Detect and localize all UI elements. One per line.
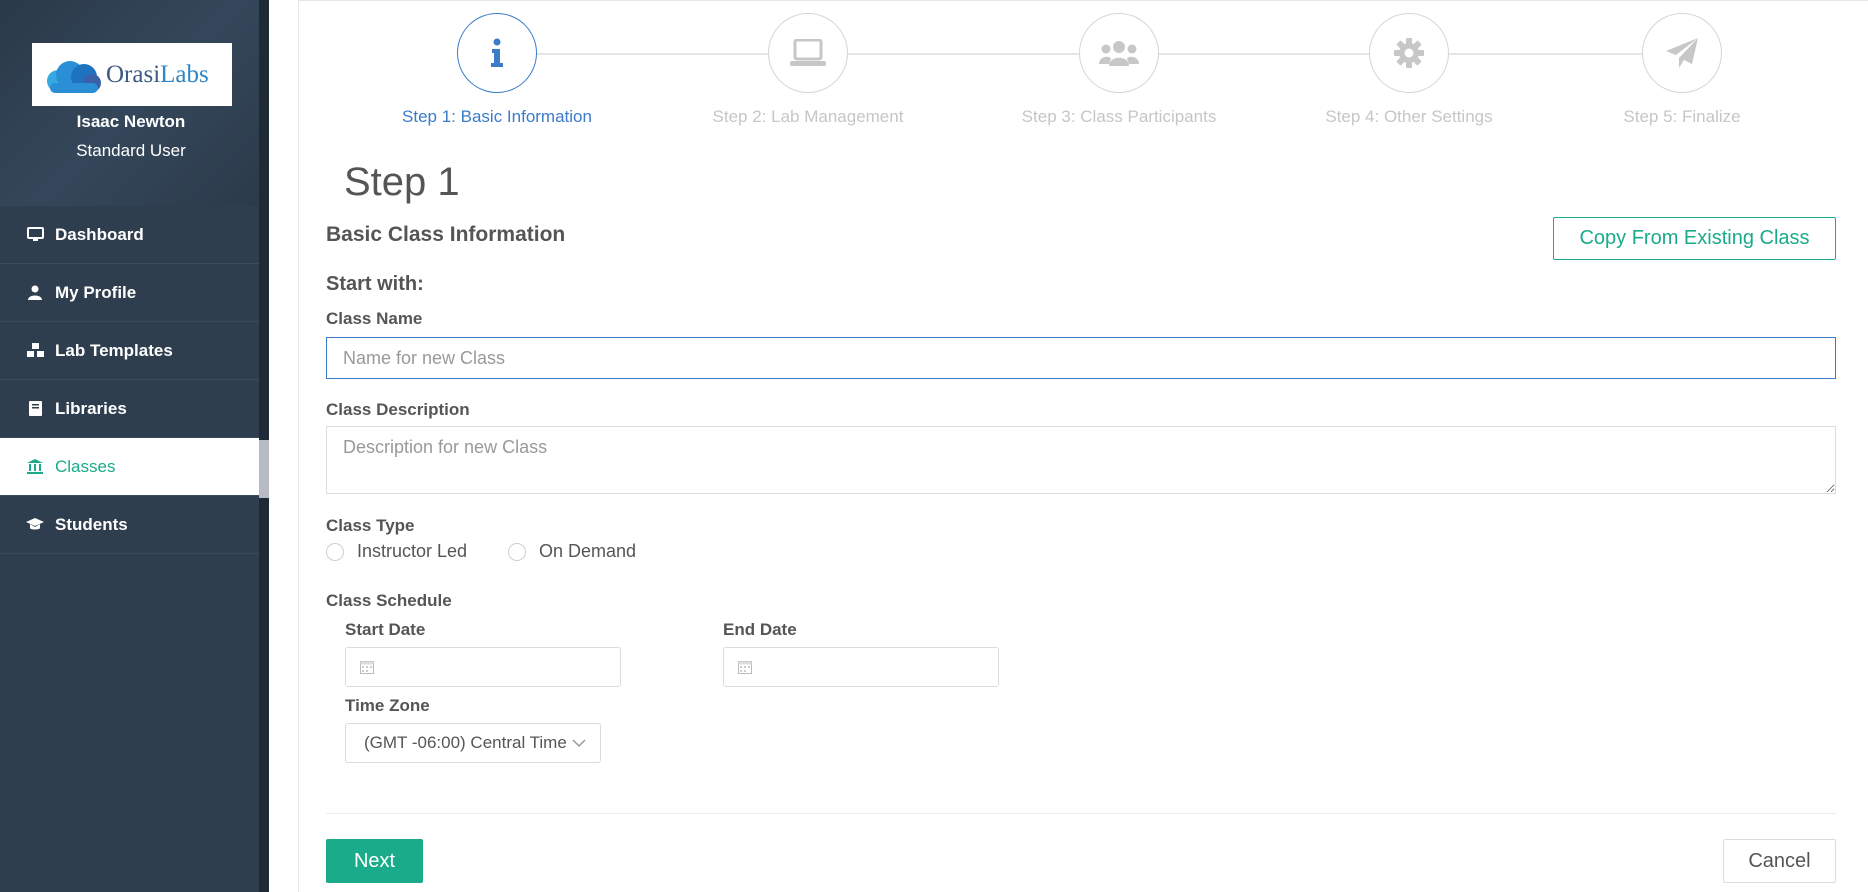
end-date-label: End Date [723, 620, 797, 639]
sidebar-item-classes[interactable]: Classes [0, 438, 269, 496]
sidebar-item-label: Dashboard [55, 224, 144, 244]
sidebar-item-libraries[interactable]: Libraries [0, 380, 269, 438]
start-date-label: Start Date [345, 620, 426, 639]
class-description-label: Class Description [326, 400, 470, 419]
book-icon [25, 400, 45, 418]
sidebar-scrollbar-thumb[interactable] [259, 440, 269, 498]
class-type-instructor-led-radio[interactable]: Instructor Led [326, 541, 467, 562]
radio-circle-icon [326, 542, 344, 561]
wizard-step-label: Step 1: Basic Information [402, 107, 592, 126]
wizard-step-label: Step 3: Class Participants [1021, 107, 1217, 126]
next-button[interactable]: Next [326, 839, 423, 883]
class-name-input[interactable] [326, 337, 1836, 379]
graduation-cap-icon [25, 516, 45, 534]
users-icon [1079, 13, 1159, 93]
sidebar-item-my-profile[interactable]: My Profile [0, 264, 269, 322]
class-type-on-demand-radio[interactable]: On Demand [508, 541, 636, 562]
wizard-steps: Step 1: Basic Information Step 2: Lab Ma… [299, 1, 1868, 141]
user-name: Isaac Newton [76, 112, 186, 131]
copy-from-existing-class-button[interactable]: Copy From Existing Class [1553, 217, 1836, 260]
bank-icon [25, 458, 45, 476]
calendar-icon [360, 661, 374, 674]
time-zone-label: Time Zone [345, 696, 430, 715]
wizard-step-5[interactable]: Step 5: Finalize [1562, 13, 1802, 127]
radio-label: On Demand [539, 541, 637, 561]
user-role: Standard User [76, 141, 186, 160]
sidebar-item-students[interactable]: Students [0, 496, 269, 554]
chevron-down-icon [572, 739, 586, 748]
start-date-input[interactable] [345, 647, 621, 687]
gear-icon [1369, 13, 1449, 93]
wizard-step-label: Step 5: Finalize [1623, 107, 1741, 126]
time-zone-value: (GMT -06:00) Central Time [364, 733, 567, 752]
section-title: Basic Class Information [326, 223, 566, 246]
sidebar-header: OrasiLabs Isaac Newton Standard User [0, 0, 269, 206]
end-date-input[interactable] [723, 647, 999, 687]
monitor-icon [25, 226, 45, 244]
start-with-label: Start with: [326, 273, 424, 295]
class-name-label: Class Name [326, 309, 423, 328]
wizard-step-4[interactable]: Step 4: Other Settings [1289, 13, 1529, 127]
radio-circle-icon [508, 542, 526, 561]
wizard-step-2[interactable]: Step 2: Lab Management [688, 13, 928, 127]
cloud-logo-icon [47, 60, 101, 93]
time-zone-select[interactable]: (GMT -06:00) Central Time [345, 723, 601, 763]
radio-label: Instructor Led [357, 541, 468, 561]
wizard-step-1[interactable]: Step 1: Basic Information [377, 13, 617, 127]
sidebar-item-label: Lab Templates [55, 340, 173, 360]
wizard-step-label: Step 4: Other Settings [1325, 107, 1493, 126]
main-panel: Step 1: Basic Information Step 2: Lab Ma… [298, 0, 1868, 892]
logo-text: OrasiLabs [106, 60, 209, 88]
sidebar-item-label: My Profile [55, 282, 137, 302]
user-icon [25, 284, 45, 302]
sidebar-item-lab-templates[interactable]: Lab Templates [0, 322, 269, 380]
sidebar-nav: Dashboard My Profile Lab Templates Libra… [0, 206, 269, 554]
class-type-label: Class Type [326, 516, 415, 535]
wizard-step-label: Step 2: Lab Management [712, 107, 904, 126]
step-title: Step 1 [344, 160, 460, 204]
footer-divider [326, 813, 1836, 814]
class-description-input[interactable] [326, 426, 1836, 494]
cubes-icon [25, 342, 45, 360]
class-schedule-label: Class Schedule [326, 591, 452, 610]
sidebar-item-dashboard[interactable]: Dashboard [0, 206, 269, 264]
cancel-button[interactable]: Cancel [1723, 839, 1836, 883]
paper-plane-icon [1642, 13, 1722, 93]
calendar-icon [738, 661, 752, 674]
sidebar-item-label: Students [55, 514, 128, 534]
sidebar: OrasiLabs Isaac Newton Standard User Das… [0, 0, 269, 892]
wizard-step-3[interactable]: Step 3: Class Participants [999, 13, 1239, 127]
info-icon [457, 13, 537, 93]
sidebar-item-label: Classes [55, 456, 116, 476]
laptop-icon [768, 13, 848, 93]
sidebar-item-label: Libraries [55, 398, 127, 418]
orasilabs-logo[interactable]: OrasiLabs [32, 43, 232, 106]
